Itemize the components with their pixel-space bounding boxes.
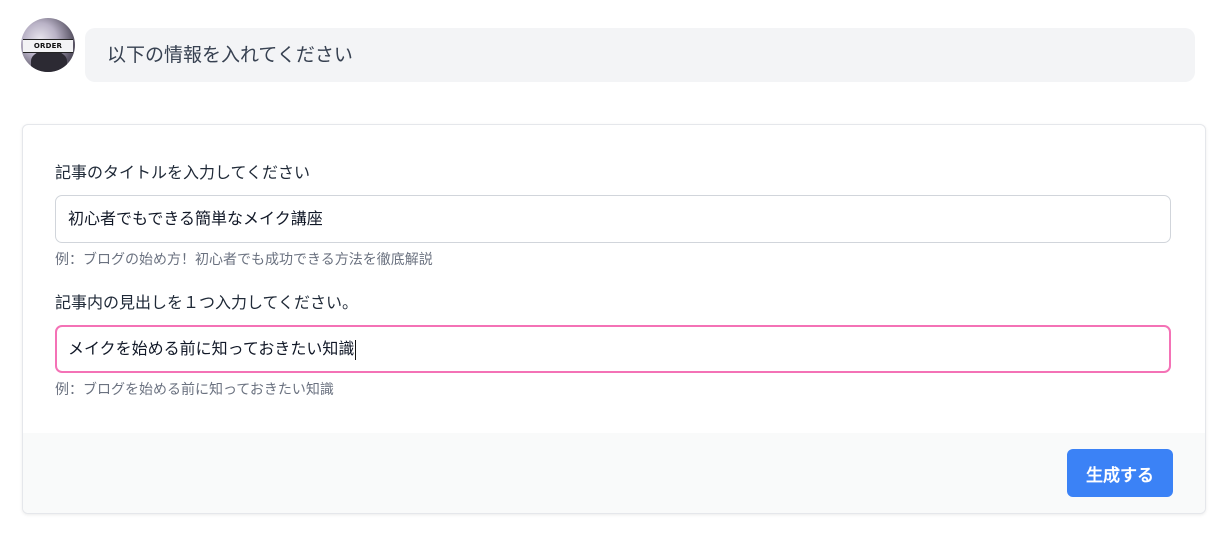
form-footer: 生成する — [23, 433, 1205, 513]
avatar-figure — [31, 50, 67, 72]
heading-input[interactable]: メイクを始める前に知っておきたい知識 — [55, 325, 1171, 373]
chat-bubble: 以下の情報を入れてください — [85, 28, 1195, 82]
title-input-value: 初心者でもできる簡単なメイク講座 — [68, 209, 323, 228]
avatar: ORDER — [21, 18, 75, 72]
generate-button[interactable]: 生成する — [1067, 449, 1173, 497]
heading-field-hint: 例：ブログを始める前に知っておきたい知識 — [55, 382, 334, 398]
text-caret — [355, 339, 357, 360]
heading-input-value: メイクを始める前に知っておきたい知識 — [68, 339, 355, 358]
title-field-label: 記事のタイトルを入力してください — [55, 163, 311, 182]
chat-message-row: ORDER 以下の情報を入れてください — [21, 18, 1195, 82]
title-input[interactable]: 初心者でもできる簡単なメイク講座 — [55, 195, 1171, 243]
title-field-hint: 例：ブログの始め方！初心者でも成功できる方法を徹底解説 — [55, 252, 433, 268]
chat-message-text: 以下の情報を入れてください — [107, 44, 353, 66]
article-form-card: 記事のタイトルを入力してください 初心者でもできる簡単なメイク講座 例：ブログの… — [22, 124, 1206, 514]
avatar-logo-text: ORDER — [23, 39, 73, 53]
heading-field-label: 記事内の見出しを１つ入力してください。 — [55, 293, 359, 312]
